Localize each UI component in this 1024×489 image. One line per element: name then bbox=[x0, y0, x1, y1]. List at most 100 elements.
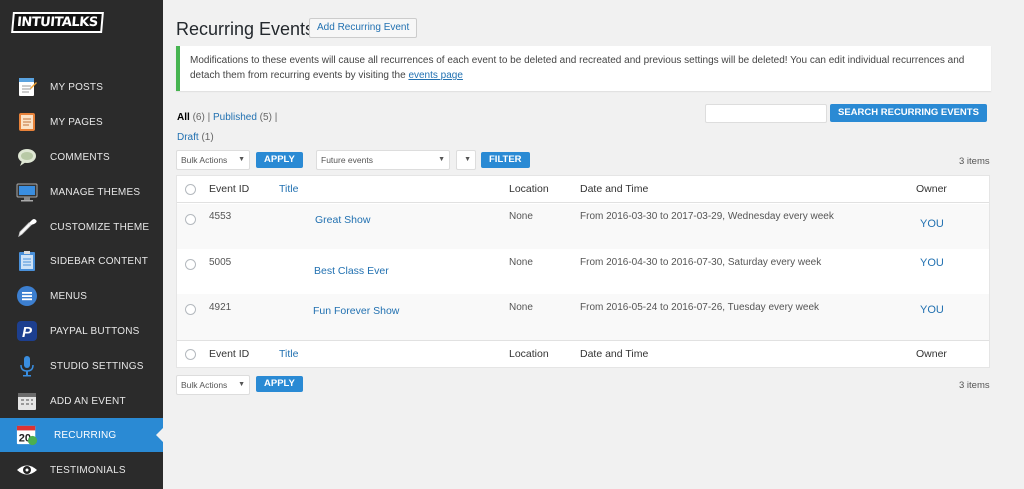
bulk-actions-select-bottom[interactable]: Bulk Actions ▼ bbox=[176, 375, 250, 395]
bulk-actions-value: Bulk Actions bbox=[181, 155, 228, 165]
table-row: 5005 Best Class Ever None From 2016-04-3… bbox=[177, 249, 989, 294]
category-select[interactable]: ▼ bbox=[456, 150, 476, 170]
sidebar-item-label: ADD AN EVENT bbox=[50, 395, 126, 407]
sidebar-item-my-pages[interactable]: MY PAGES bbox=[0, 105, 163, 139]
sidebar-item-label: MY PAGES bbox=[50, 116, 103, 128]
sidebar-item-menus[interactable]: MENUS bbox=[0, 279, 163, 313]
sidebar-item-manage-themes[interactable]: MANAGE THEMES bbox=[0, 175, 163, 209]
notice-text: Modifications to these events will cause… bbox=[190, 55, 965, 81]
sidebar: INTUITALKS MY POSTS MY PAGES COMMENTS MA… bbox=[0, 0, 163, 489]
sidebar-item-label: MENUS bbox=[50, 290, 88, 302]
event-id: 4553 bbox=[209, 211, 232, 222]
column-event-id[interactable]: Event ID bbox=[209, 183, 249, 195]
sidebar-item-comments[interactable]: COMMENTS bbox=[0, 140, 163, 174]
select-all-checkbox[interactable] bbox=[185, 184, 196, 195]
column-title[interactable]: Title bbox=[279, 348, 298, 360]
filter-draft[interactable]: Draft bbox=[177, 132, 199, 143]
bulk-actions-value: Bulk Actions bbox=[181, 380, 228, 390]
sidebar-item-recurring[interactable]: 20 RECURRING bbox=[0, 418, 163, 452]
sidebar-item-sidebar-content[interactable]: SIDEBAR CONTENT bbox=[0, 244, 163, 278]
filter-all[interactable]: All bbox=[177, 112, 190, 123]
chevron-down-icon: ▼ bbox=[438, 156, 445, 163]
items-count-top: 3 items bbox=[959, 156, 990, 167]
sidebar-item-paypal-buttons[interactable]: P PAYPAL BUTTONS bbox=[0, 314, 163, 348]
apply-button[interactable]: Apply bbox=[256, 152, 303, 168]
row-checkbox[interactable] bbox=[185, 214, 196, 225]
search-recurring-events-button[interactable]: Search Recurring Events bbox=[830, 104, 987, 122]
pages-icon bbox=[16, 111, 38, 133]
scope-value: Future events bbox=[321, 155, 373, 165]
logo-text: INTUITALKS bbox=[11, 12, 104, 33]
scope-select[interactable]: Future events ▼ bbox=[316, 150, 450, 170]
column-date-time: Date and Time bbox=[580, 348, 649, 360]
sidebar-item-testimonials[interactable]: TESTIMONIALS bbox=[0, 453, 163, 487]
event-title-link[interactable]: Fun Forever Show bbox=[313, 305, 399, 317]
event-title-link[interactable]: Best Class Ever bbox=[314, 265, 389, 277]
column-location: Location bbox=[509, 183, 549, 195]
column-event-id[interactable]: Event ID bbox=[209, 348, 249, 360]
table-header-row: Event ID Title Location Date and Time Ow… bbox=[177, 176, 989, 203]
column-owner: Owner bbox=[916, 183, 947, 195]
paypal-icon: P bbox=[16, 320, 38, 342]
chevron-down-icon: ▼ bbox=[238, 156, 245, 163]
filter-button[interactable]: Filter bbox=[481, 152, 530, 168]
svg-text:P: P bbox=[22, 324, 33, 341]
sidebar-item-add-an-event[interactable]: ADD AN EVENT bbox=[0, 384, 163, 418]
sidebar-item-label: RECURRING bbox=[54, 429, 117, 441]
sidebar-item-label: TESTIMONIALS bbox=[50, 464, 126, 476]
event-owner: YOU bbox=[920, 304, 944, 316]
apply-button-bottom[interactable]: Apply bbox=[256, 376, 303, 392]
site-logo[interactable]: INTUITALKS bbox=[11, 6, 104, 38]
filter-separator: | bbox=[274, 112, 278, 123]
row-checkbox[interactable] bbox=[185, 259, 196, 270]
speech-bubble-icon bbox=[16, 146, 38, 168]
sidebar-item-label: MY POSTS bbox=[50, 81, 104, 93]
event-date-time: From 2016-03-30 to 2017-03-29, Wednesday… bbox=[580, 211, 834, 222]
recurring-calendar-icon: 20 bbox=[16, 424, 38, 446]
column-owner: Owner bbox=[916, 348, 947, 360]
sidebar-item-label: MANAGE THEMES bbox=[50, 186, 141, 198]
filter-published-count: (5) bbox=[259, 112, 272, 123]
event-id: 4921 bbox=[209, 302, 232, 313]
page-title: Recurring Events bbox=[176, 19, 315, 39]
filter-published[interactable]: Published bbox=[213, 112, 257, 123]
monitor-icon bbox=[16, 181, 38, 203]
clipboard-icon bbox=[16, 250, 38, 272]
sidebar-item-label: PAYPAL BUTTONS bbox=[50, 325, 140, 337]
select-all-checkbox[interactable] bbox=[185, 349, 196, 360]
eye-icon bbox=[16, 459, 38, 481]
menu-icon bbox=[16, 285, 38, 307]
calendar-icon bbox=[16, 390, 38, 412]
event-location: None bbox=[509, 257, 533, 268]
column-title[interactable]: Title bbox=[279, 183, 298, 195]
microphone-icon bbox=[16, 355, 38, 377]
table-footer-row: Event ID Title Location Date and Time Ow… bbox=[177, 340, 989, 367]
event-id: 5005 bbox=[209, 257, 232, 268]
row-checkbox[interactable] bbox=[185, 304, 196, 315]
sidebar-item-label: COMMENTS bbox=[50, 151, 110, 163]
event-title-link[interactable]: Great Show bbox=[315, 214, 370, 226]
event-location: None bbox=[509, 211, 533, 222]
items-count-bottom: 3 items bbox=[959, 380, 990, 391]
events-table: Event ID Title Location Date and Time Ow… bbox=[176, 175, 990, 368]
main-content: Recurring Events Add Recurring Event Mod… bbox=[163, 0, 1024, 489]
add-recurring-event-button[interactable]: Add Recurring Event bbox=[309, 18, 418, 38]
notepad-icon bbox=[16, 76, 38, 98]
chevron-down-icon: ▼ bbox=[238, 381, 245, 388]
search-input[interactable] bbox=[705, 104, 827, 123]
sidebar-item-label: SIDEBAR CONTENT bbox=[50, 255, 149, 267]
warning-notice: Modifications to these events will cause… bbox=[176, 46, 991, 91]
event-date-time: From 2016-05-24 to 2016-07-26, Tuesday e… bbox=[580, 302, 820, 313]
sidebar-item-my-posts[interactable]: MY POSTS bbox=[0, 70, 163, 104]
event-date-time: From 2016-04-30 to 2016-07-30, Saturday … bbox=[580, 257, 822, 268]
sidebar-item-studio-settings[interactable]: STUDIO SETTINGS bbox=[0, 349, 163, 383]
filter-all-count: (6) bbox=[192, 112, 205, 123]
sidebar-item-customize-theme[interactable]: CUSTOMIZE THEME bbox=[0, 210, 163, 244]
sidebar-item-label: CUSTOMIZE THEME bbox=[50, 221, 150, 233]
chevron-down-icon: ▼ bbox=[464, 156, 471, 163]
bulk-actions-select[interactable]: Bulk Actions ▼ bbox=[176, 150, 250, 170]
column-location: Location bbox=[509, 348, 549, 360]
eyedropper-icon bbox=[16, 216, 38, 238]
events-page-link[interactable]: events page bbox=[408, 70, 463, 81]
status-filters-line2: Draft (1) bbox=[177, 132, 214, 143]
